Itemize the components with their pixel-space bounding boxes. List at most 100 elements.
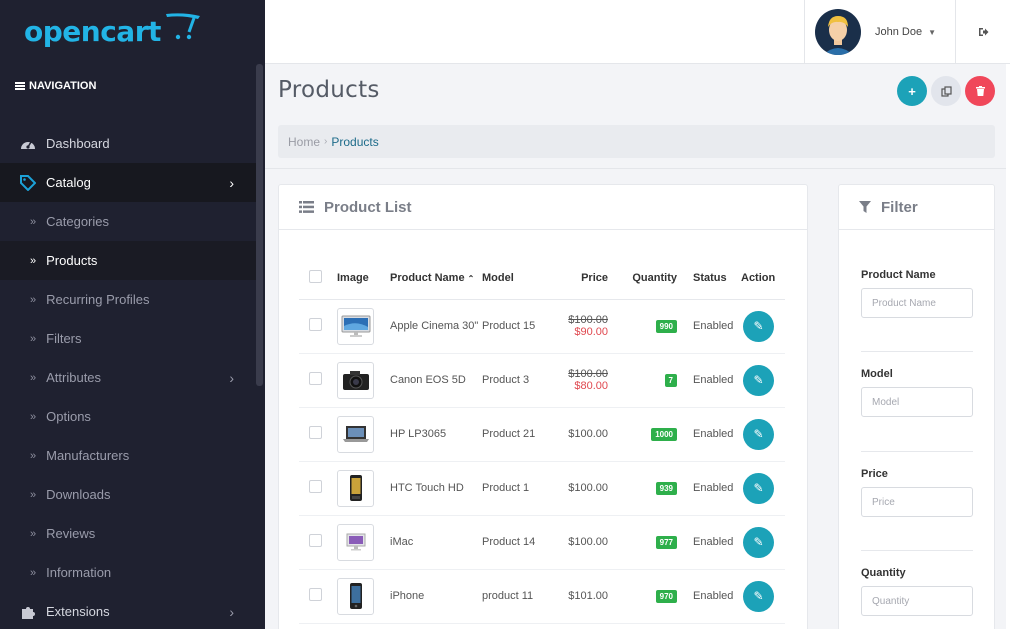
caret-down-icon: ▼ xyxy=(928,27,937,37)
product-thumbnail xyxy=(337,523,374,561)
row-checkbox[interactable] xyxy=(309,588,322,601)
table-row: Canon EOS 5D Product 3 $100.00 $80.00 7 … xyxy=(299,353,785,408)
user-menu[interactable]: John Doe ▼ xyxy=(804,0,955,64)
product-name: iMac xyxy=(390,515,482,570)
product-list-card: Product List Image Product Name ⌃ Model … xyxy=(278,184,808,629)
select-all-checkbox[interactable] xyxy=(309,269,322,283)
filter-divider xyxy=(861,451,973,452)
pencil-icon: ✎ xyxy=(753,373,764,387)
filter-model-input[interactable] xyxy=(861,387,973,417)
imac-image xyxy=(346,533,365,551)
row-checkbox[interactable] xyxy=(309,480,322,493)
breadcrumb-home-link[interactable]: Home xyxy=(288,135,320,149)
copy-button[interactable] xyxy=(931,76,961,106)
monitor-image xyxy=(341,315,370,337)
product-name: Canon EOS 5D xyxy=(390,353,482,408)
opencart-logo[interactable]: opencart xyxy=(24,8,200,48)
double-chevron-icon: » xyxy=(30,254,37,267)
puzzle-icon xyxy=(20,604,36,620)
sign-out-icon xyxy=(978,28,988,36)
double-chevron-icon: » xyxy=(30,449,37,462)
column-model: Model xyxy=(482,257,546,300)
product-status: Enabled xyxy=(679,569,739,624)
edit-button[interactable]: ✎ xyxy=(743,472,774,504)
sidebar-item-recurring-profiles[interactable]: » Recurring Profiles xyxy=(0,280,256,319)
breadcrumb-products-link[interactable]: Products xyxy=(331,135,378,149)
product-price: $100.00 xyxy=(546,515,610,570)
column-quantity: Quantity xyxy=(610,257,679,300)
double-chevron-icon: » xyxy=(30,332,37,345)
tag-icon xyxy=(20,174,36,191)
row-checkbox[interactable] xyxy=(309,426,322,439)
product-model: Product 14 xyxy=(482,515,546,570)
quantity-badge: 977 xyxy=(655,535,677,549)
filter-product-name-label: Product Name xyxy=(861,269,936,281)
column-product-name[interactable]: Product Name ⌃ xyxy=(390,257,482,300)
sidebar-item-filters[interactable]: » Filters xyxy=(0,319,256,358)
logout-button[interactable] xyxy=(955,0,1010,64)
product-status: Enabled xyxy=(679,461,739,516)
filter-model-label: Model xyxy=(861,368,893,380)
sidebar-item-dashboard[interactable]: Dashboard xyxy=(0,124,256,163)
edit-button[interactable]: ✎ xyxy=(743,418,774,450)
sidebar-item-attributes[interactable]: » Attributes › xyxy=(0,358,256,397)
product-status: Enabled xyxy=(679,515,739,570)
table-row: Apple Cinema 30" Product 15 $100.00 $90.… xyxy=(299,299,785,354)
double-chevron-icon: » xyxy=(30,293,37,306)
filter-icon xyxy=(859,201,871,213)
column-action: Action xyxy=(739,257,785,300)
product-price: $100.00 $90.00 xyxy=(546,299,610,354)
row-checkbox[interactable] xyxy=(309,372,322,385)
filter-quantity-label: Quantity xyxy=(861,567,906,579)
user-name: John Doe xyxy=(875,26,923,38)
product-thumbnail xyxy=(337,577,374,615)
sidebar-item-products[interactable]: » Products xyxy=(0,241,256,280)
sidebar-item-extensions[interactable]: Extensions › xyxy=(0,592,256,629)
row-checkbox[interactable] xyxy=(309,534,322,547)
add-new-button[interactable]: + xyxy=(897,76,927,106)
sidebar-scrollbar[interactable] xyxy=(256,64,263,386)
sidebar-item-catalog[interactable]: Catalog › xyxy=(0,163,256,202)
filter-price-input[interactable] xyxy=(861,487,973,517)
filter-quantity-input[interactable] xyxy=(861,586,973,616)
sidebar-item-information[interactable]: » Information xyxy=(0,553,256,592)
page-scrollbar[interactable] xyxy=(1006,64,1010,629)
top-header: John Doe ▼ xyxy=(265,0,1010,64)
filter-card: Filter Product Name Model Price Quantity xyxy=(838,184,995,629)
edit-button[interactable]: ✎ xyxy=(743,310,774,342)
plus-icon: + xyxy=(908,83,916,99)
edit-button[interactable]: ✎ xyxy=(743,526,774,558)
quantity-badge: 1000 xyxy=(651,427,677,441)
content-divider xyxy=(265,168,1010,178)
pencil-icon: ✎ xyxy=(753,319,764,333)
phone-image xyxy=(349,475,362,501)
delete-button[interactable] xyxy=(965,76,995,106)
laptop-image xyxy=(342,426,369,442)
filter-price-label: Price xyxy=(861,468,888,480)
filter-product-name-input[interactable] xyxy=(861,288,973,318)
product-list-header: Product List xyxy=(279,185,807,230)
sidebar-item-downloads[interactable]: » Downloads xyxy=(0,475,256,514)
edit-button[interactable]: ✎ xyxy=(743,580,774,612)
logo-text: opencart xyxy=(24,15,161,48)
row-checkbox[interactable] xyxy=(309,318,322,331)
quantity-badge: 7 xyxy=(664,373,677,387)
sidebar-item-manufacturers[interactable]: » Manufacturers xyxy=(0,436,256,475)
table-row: HTC Touch HD Product 1 $100.00 939 Enabl… xyxy=(299,461,785,516)
table-row: iMac Product 14 $100.00 977 Enabled ✎ xyxy=(299,515,785,570)
camera-image xyxy=(342,371,369,390)
product-table: Image Product Name ⌃ Model Price Quantit… xyxy=(299,257,785,624)
pencil-icon: ✎ xyxy=(753,589,764,603)
dashboard-icon xyxy=(20,136,36,152)
edit-button[interactable]: ✎ xyxy=(743,364,774,396)
product-thumbnail xyxy=(337,307,374,345)
product-thumbnail xyxy=(337,415,374,453)
product-status: Enabled xyxy=(679,299,739,354)
navigation-heading: NAVIGATION xyxy=(15,80,96,92)
pencil-icon: ✎ xyxy=(753,427,764,441)
sidebar-item-categories[interactable]: » Categories xyxy=(0,202,256,241)
pencil-icon: ✎ xyxy=(753,535,764,549)
sidebar-item-options[interactable]: » Options xyxy=(0,397,256,436)
sidebar-item-reviews[interactable]: » Reviews xyxy=(0,514,256,553)
product-price: $100.00 xyxy=(546,407,610,462)
